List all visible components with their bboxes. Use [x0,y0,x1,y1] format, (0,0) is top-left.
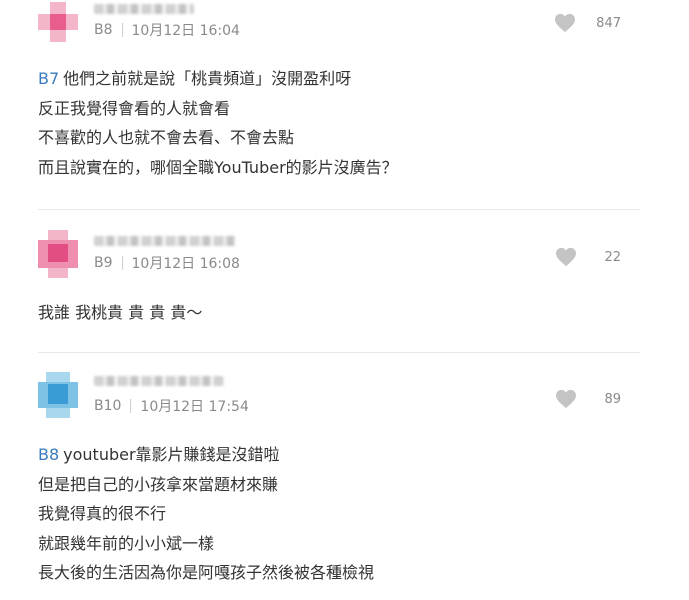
comment-divider [38,352,640,353]
like-count: 847 [596,15,621,31]
comment-line: 我誰 我桃貴 貴 貴 貴～ [38,303,203,322]
author-name-blurred[interactable] [94,376,224,386]
like-count: 89 [604,391,621,407]
avatar[interactable] [38,372,78,418]
comment-date: 10月12日 16:08 [131,256,240,272]
floor-number: B9 [94,255,113,271]
comment-meta: B9 10月12日 16:08 [94,253,240,273]
comment-body: B7 他們之前就是說「桃貴頻道」沒開盈利呀 反正我覺得會看的人就會看 不喜歡的人也… [38,64,398,182]
comment-line: 但是把自己的小孩拿來當題材來賺 [38,474,279,494]
comment-body: 我誰 我桃貴 貴 貴 貴～ [38,298,202,328]
comment-line: 反正我覺得會看的人就會看 [38,98,231,118]
comment-divider [38,209,640,210]
comment-date: 10月12日 17:54 [140,399,249,415]
comment-meta: B8 10月12日 16:04 [94,20,240,40]
comment-line: 就跟幾年前的小小斌一樣 [38,533,215,553]
author-name-blurred[interactable] [94,236,236,246]
meta-divider [121,23,123,37]
comment-line: 長大後的生活因為你是阿嘎孩子然後被各種檢視 [38,563,375,582]
reply-floor-link[interactable]: B7 [38,69,59,88]
like-count: 22 [604,249,621,265]
meta-divider [130,399,132,413]
comment-b9: B9 10月12日 16:08 22 我誰 我桃貴 貴 貴 貴～ [0,226,689,346]
floor-number: B10 [94,398,122,414]
comment-b8: B8 10月12日 16:04 847 B7 他們之前就是說「桃貴頻道」沒開盈利呀… [0,0,689,200]
heart-icon[interactable] [555,247,577,267]
like-control[interactable]: 847 [554,13,621,33]
avatar[interactable] [38,2,78,42]
floor-number: B8 [94,22,113,38]
meta-divider [121,256,123,270]
comment-b10: B10 10月12日 17:54 89 B8 youtuber靠影片賺錢是沒錯啦 … [0,368,689,600]
comment-line: 我覺得真的很不行 [38,504,167,523]
reply-floor-link[interactable]: B8 [38,445,59,464]
like-control[interactable]: 22 [555,247,621,267]
like-control[interactable]: 89 [555,389,621,409]
comment-line: 不喜歡的人也就不會去看、不會去點 [38,128,295,147]
comment-meta: B10 10月12日 17:54 [94,396,249,416]
comment-line: B8 youtuber靠影片賺錢是沒錯啦 [38,445,280,464]
comment-body: B8 youtuber靠影片賺錢是沒錯啦 但是把自己的小孩拿來當題材來賺 我覺得真… [38,440,374,588]
author-name-blurred[interactable] [94,4,194,14]
heart-icon[interactable] [555,389,577,409]
comment-line: 而且說實在的，哪個全職YouTuber的影片沒廣告？ [38,157,398,177]
avatar[interactable] [38,230,78,278]
comment-line: B7 他們之前就是說「桃貴頻道」沒開盈利呀 [38,69,352,88]
comment-date: 10月12日 16:04 [131,23,240,39]
heart-icon[interactable] [554,13,576,33]
